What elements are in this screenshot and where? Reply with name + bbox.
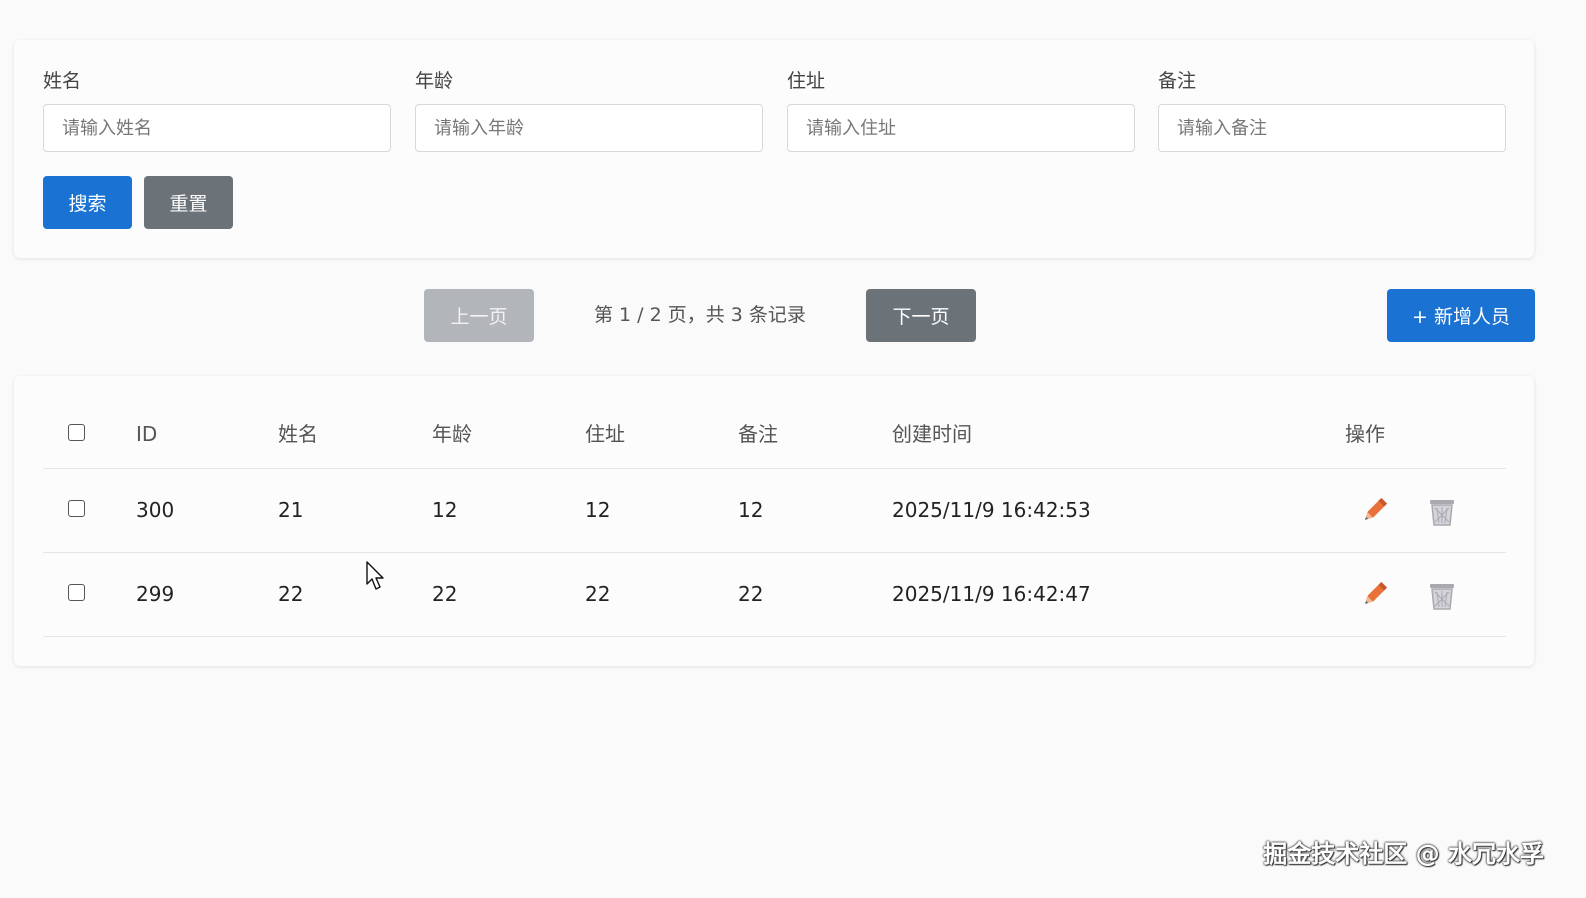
cell-address: 12 xyxy=(585,498,611,522)
column-header-actions: 操作 xyxy=(1345,422,1385,446)
column-header-age: 年龄 xyxy=(432,422,472,446)
cell-name: 22 xyxy=(278,582,304,606)
address-filter-input[interactable] xyxy=(787,104,1135,152)
trash-icon[interactable] xyxy=(1426,496,1458,528)
cell-name: 21 xyxy=(278,498,304,522)
column-header-note: 备注 xyxy=(738,422,778,446)
column-header-created: 创建时间 xyxy=(892,422,972,446)
note-filter: 备注 xyxy=(1158,66,1506,152)
address-filter: 住址 xyxy=(787,66,1135,152)
cell-id: 300 xyxy=(136,498,175,522)
note-filter-input[interactable] xyxy=(1158,104,1506,152)
address-filter-label: 住址 xyxy=(787,70,826,92)
cell-age: 22 xyxy=(432,582,458,606)
cell-id: 299 xyxy=(136,582,175,606)
prev-page-button[interactable]: 上一页 xyxy=(424,289,534,342)
pencil-icon[interactable] xyxy=(1359,494,1391,526)
trash-icon[interactable] xyxy=(1426,580,1458,612)
age-filter: 年龄 xyxy=(415,66,763,152)
search-panel: 姓名 年龄 住址 备注 搜索 重置 xyxy=(14,40,1534,258)
name-filter-label: 姓名 xyxy=(43,70,82,92)
mouse-cursor-icon xyxy=(366,561,388,595)
add-person-button[interactable]: + 新增人员 xyxy=(1387,289,1535,342)
note-filter-label: 备注 xyxy=(1158,70,1197,92)
column-header-address: 住址 xyxy=(585,422,625,446)
cell-note: 12 xyxy=(738,498,764,522)
row-divider xyxy=(43,636,1506,637)
next-page-button[interactable]: 下一页 xyxy=(866,289,976,342)
row-divider xyxy=(43,552,1506,553)
page-info: 第 1 / 2 页，共 3 条记录 xyxy=(594,304,806,326)
name-filter-input[interactable] xyxy=(43,104,391,152)
reset-button[interactable]: 重置 xyxy=(144,176,233,229)
row-checkbox[interactable] xyxy=(68,500,85,517)
cell-created: 2025/11/9 16:42:47 xyxy=(892,582,1091,606)
cell-note: 22 xyxy=(738,582,764,606)
row-checkbox[interactable] xyxy=(68,584,85,601)
column-header-name: 姓名 xyxy=(278,422,318,446)
age-filter-input[interactable] xyxy=(415,104,763,152)
name-filter: 姓名 xyxy=(43,66,391,152)
cell-address: 22 xyxy=(585,582,611,606)
data-table: ID 姓名 年龄 住址 备注 创建时间 操作 300 21 12 12 12 2… xyxy=(14,376,1534,666)
select-all-checkbox[interactable] xyxy=(68,424,85,441)
age-filter-label: 年龄 xyxy=(415,70,454,92)
search-button[interactable]: 搜索 xyxy=(43,176,132,229)
pencil-icon[interactable] xyxy=(1359,578,1391,610)
cell-age: 12 xyxy=(432,498,458,522)
watermark: 掘金技术社区 @ 水冗水孚 xyxy=(1263,840,1544,868)
cell-created: 2025/11/9 16:42:53 xyxy=(892,498,1091,522)
header-divider xyxy=(43,468,1506,469)
column-header-id: ID xyxy=(136,422,158,446)
